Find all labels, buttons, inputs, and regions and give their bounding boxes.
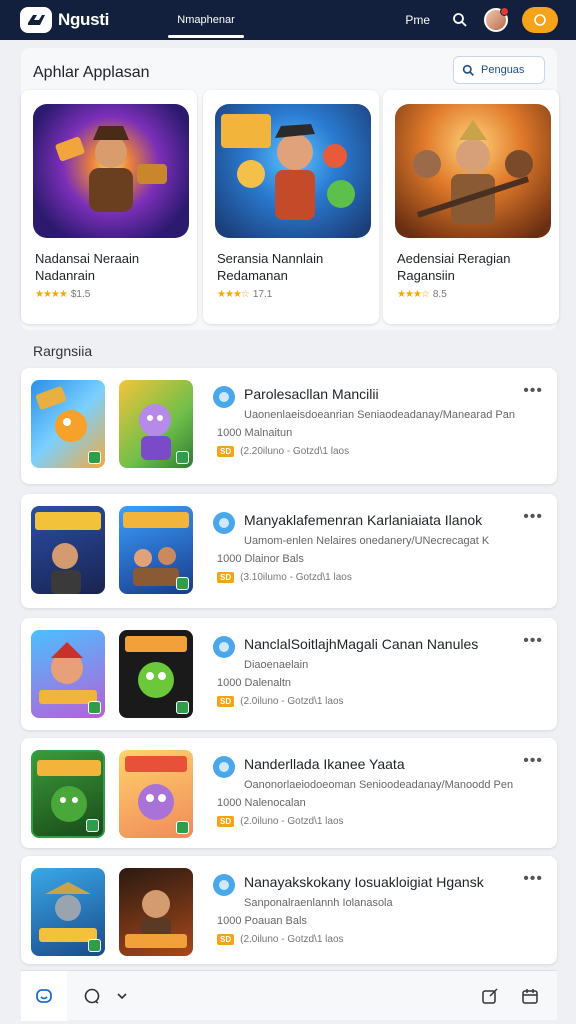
bottom-bar: [21, 970, 557, 1021]
developer-icon: [213, 636, 235, 658]
list-item-meta: 1000 Dalenaltn: [217, 677, 292, 689]
list-item-title: Nanderllada Ikanee Yaata: [244, 756, 405, 772]
game-thumbnail: [119, 506, 193, 594]
list-item-description: Oanonorlaeiodoeoman Senioodeadanay/Manoo…: [244, 779, 514, 791]
list-section-label: Rargnsiia: [33, 343, 93, 359]
list-item[interactable]: NanclalSoitlajhMagali Canan Nanules Diao…: [21, 618, 557, 730]
avatar[interactable]: [484, 7, 509, 32]
list-item-description: Sanponalraenlannh Iolanasola: [244, 897, 393, 909]
app-name: Ngusti: [58, 10, 110, 29]
featured-search-label: Penguas: [481, 64, 525, 76]
star-icon: ★★★☆: [217, 289, 250, 300]
verified-icon: [86, 819, 99, 832]
list-item-footer: SD (2.20iluno - Gotzd\1 laos: [217, 446, 349, 457]
featured-card-name: Seransia Nannlain Redamanan: [217, 251, 324, 283]
featured-card-rating: ★★★★ $1.5: [35, 289, 91, 300]
developer-icon: [213, 386, 235, 408]
list-item-title: Manyaklafemenran Karlaniaiata Ilanok: [244, 512, 483, 528]
featured-card-rating: ★★★☆ 17.1: [217, 289, 273, 300]
search-icon: [462, 64, 474, 76]
more-options-icon[interactable]: •••: [523, 508, 543, 526]
notification-dot: [500, 7, 509, 16]
game-art: [395, 104, 551, 238]
edit-icon[interactable]: [475, 971, 505, 1021]
home-icon[interactable]: [21, 970, 67, 1021]
verified-icon: [88, 451, 101, 464]
featured-search-button[interactable]: Penguas: [453, 56, 545, 84]
list-item[interactable]: Parolesacllan Mancilii Uaonenlaeisdoeanr…: [21, 368, 557, 484]
chat-icon[interactable]: [77, 971, 107, 1021]
list-item-footer: SD (3.10ilumo - Gotzd\1 laos: [217, 572, 352, 583]
game-thumbnail: [31, 868, 105, 956]
calendar-icon[interactable]: [515, 971, 545, 1021]
tag-badge: SD: [217, 572, 235, 583]
list-item-title: NanclalSoitlajhMagali Canan Nanules: [244, 636, 479, 652]
verified-icon: [176, 701, 189, 714]
more-options-icon[interactable]: •••: [523, 382, 543, 400]
featured-panel: Aphlar Applasan Penguas Nadansai Neraain…: [21, 48, 559, 330]
logo-icon: [20, 7, 52, 33]
game-thumbnail: [119, 380, 193, 468]
list-item[interactable]: Nanayakskokany Iosuakloigiat Hgansk Sanp…: [21, 856, 557, 964]
top-link[interactable]: Pme: [405, 13, 430, 27]
game-thumbnail: [31, 750, 105, 838]
game-thumbnail: [119, 868, 193, 956]
list-item-description: Uamom-enlen Nelaires onedanery/UNecrecag…: [244, 535, 490, 547]
featured-card-name: Aedensiai Reragian Ragansiin: [397, 251, 511, 283]
star-icon: ★★★☆: [397, 289, 430, 300]
featured-card[interactable]: Nadansai Neraain Nadanrain ★★★★ $1.5: [21, 90, 197, 324]
list-item-meta: 1000 Poauan Bals: [217, 915, 307, 927]
game-thumbnail: [31, 630, 105, 718]
featured-card[interactable]: Aedensiai Reragian Ragansiin ★★★☆ 8.5: [383, 90, 559, 324]
more-options-icon[interactable]: •••: [523, 632, 543, 650]
verified-icon: [176, 577, 189, 590]
top-bar: Ngusti Nmaphenar Pme: [0, 0, 576, 40]
verified-icon: [88, 939, 101, 952]
list-item-meta: 1000 Dlainor Bals: [217, 553, 304, 565]
featured-title: Aphlar Applasan: [33, 64, 150, 81]
nav-tab-active[interactable]: Nmaphenar: [168, 0, 244, 40]
list-item-description: Diaoenaelain: [244, 659, 309, 671]
list-item-title: Nanayakskokany Iosuakloigiat Hgansk: [244, 874, 484, 890]
developer-icon: [213, 512, 235, 534]
more-options-icon[interactable]: •••: [523, 870, 543, 888]
game-thumbnail: [31, 506, 105, 594]
list-item-meta: 1000 Nalenocalan: [217, 797, 306, 809]
search-icon[interactable]: [450, 10, 470, 30]
game-art: [33, 104, 189, 238]
verified-icon: [88, 701, 101, 714]
featured-card-rating: ★★★☆ 8.5: [397, 289, 447, 300]
list-item[interactable]: Manyaklafemenran Karlaniaiata Ilanok Uam…: [21, 494, 557, 608]
coin-button[interactable]: [522, 7, 558, 33]
tag-badge: SD: [217, 696, 235, 707]
developer-icon: [213, 874, 235, 896]
list-item-footer: SD (2.0iluno - Gotzd\1 laos: [217, 696, 344, 707]
game-thumbnail: [119, 630, 193, 718]
tag-badge: SD: [217, 816, 235, 827]
game-thumbnail: [119, 750, 193, 838]
verified-icon: [176, 821, 189, 834]
chevron-down-icon[interactable]: [107, 971, 137, 1021]
game-art: [215, 104, 371, 238]
tag-badge: SD: [217, 446, 235, 457]
list-item-title: Parolesacllan Mancilii: [244, 386, 379, 402]
list-item[interactable]: Nanderllada Ikanee Yaata Oanonorlaeiodoe…: [21, 738, 557, 848]
list-item-footer: SD (2.0iluno - Gotzd\1 laos: [217, 816, 344, 827]
verified-icon: [176, 451, 189, 464]
more-options-icon[interactable]: •••: [523, 752, 543, 770]
list-item-meta: 1000 Malnaitun: [217, 427, 293, 439]
star-icon: ★★★★: [35, 289, 68, 300]
coin-icon: [534, 14, 546, 26]
developer-icon: [213, 756, 235, 778]
list-item-footer: SD (2.0iluno - Gotzd\1 laos: [217, 934, 344, 945]
game-thumbnail: [31, 380, 105, 468]
featured-card[interactable]: Seransia Nannlain Redamanan ★★★☆ 17.1: [203, 90, 379, 324]
app-logo[interactable]: Ngusti: [20, 7, 109, 33]
tag-badge: SD: [217, 934, 235, 945]
featured-card-name: Nadansai Neraain Nadanrain: [35, 251, 140, 283]
list-item-description: Uaonenlaeisdoeanrian Seniaodeadanay/Mane…: [244, 409, 515, 421]
